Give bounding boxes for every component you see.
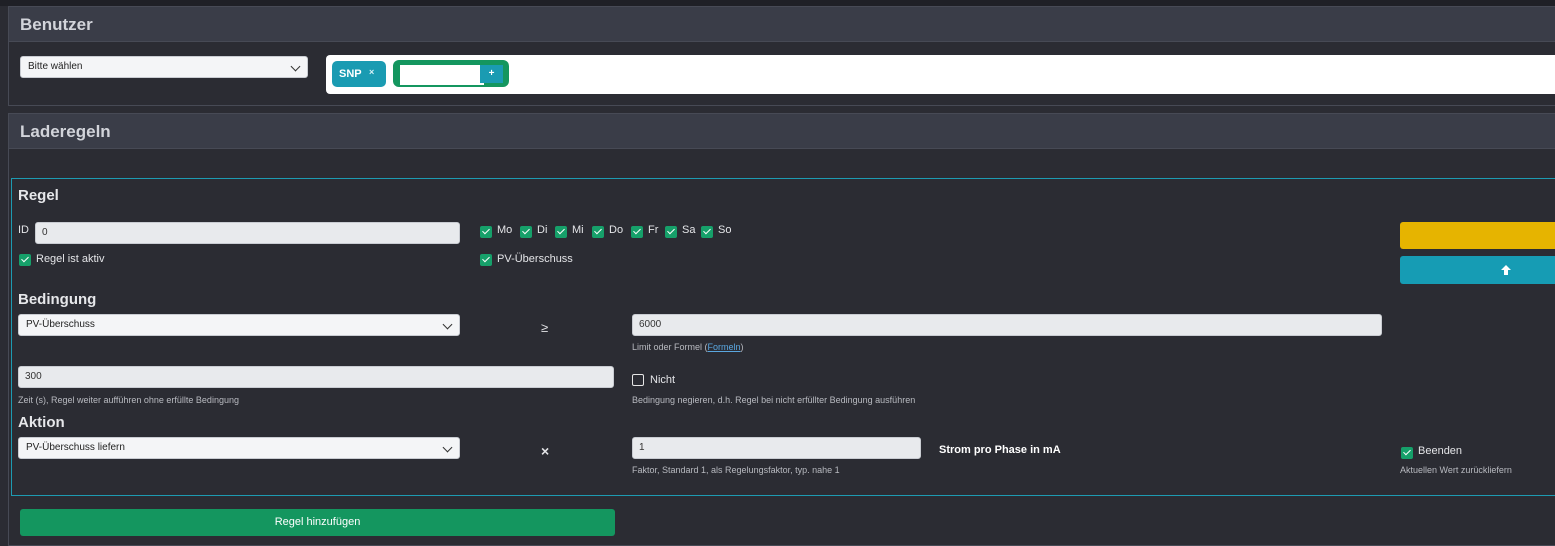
users-panel-title: Benutzer	[20, 15, 93, 34]
id-input[interactable]: 0	[35, 222, 460, 244]
negate-checkbox[interactable]	[632, 374, 644, 386]
day-checkbox-so[interactable]	[701, 226, 713, 238]
chevron-down-icon	[442, 319, 453, 330]
condition-heading: Bedingung	[18, 291, 97, 308]
operator-gte: ≥	[541, 320, 549, 335]
limit-help-suffix: )	[740, 342, 744, 352]
unit-label: Strom pro Phase in mA	[939, 444, 1061, 456]
formulas-link[interactable]: Formeln	[708, 342, 741, 352]
arrow-up-icon	[1501, 265, 1511, 275]
chevron-down-icon	[442, 442, 453, 453]
rule-active-label: Regel ist aktiv	[36, 253, 105, 265]
day-label-fr: Fr	[648, 224, 659, 236]
users-panel-header: Benutzer	[8, 6, 1555, 42]
rules-panel-title: Laderegeln	[20, 122, 111, 141]
limit-help: Limit oder Formel (Formeln)	[632, 342, 744, 352]
id-label: ID	[18, 224, 29, 236]
day-label-do: Do	[609, 224, 624, 236]
user-tag-area	[326, 55, 1555, 94]
end-help: Aktuellen Wert zurückliefern	[1400, 465, 1512, 475]
limit-input[interactable]: 6000	[632, 314, 1382, 336]
user-select[interactable]: Bitte wählen	[20, 56, 308, 78]
time-input[interactable]: 300	[18, 366, 614, 388]
day-checkbox-fr[interactable]	[631, 226, 643, 238]
user-tag-label: SNP	[339, 68, 362, 80]
pv-surplus-label: PV-Überschuss	[497, 253, 573, 265]
action-select[interactable]: PV-Überschuss liefern	[18, 437, 460, 459]
day-label-mi: Mi	[572, 224, 584, 236]
add-rule-button[interactable]: Regel hinzufügen	[20, 509, 615, 536]
condition-source-select[interactable]: PV-Überschuss	[18, 314, 460, 336]
condition-source-value: PV-Überschuss	[26, 319, 95, 330]
chevron-down-icon	[290, 61, 301, 72]
action-select-value: PV-Überschuss liefern	[26, 442, 125, 453]
negate-label: Nicht	[650, 374, 676, 386]
action-heading: Aktion	[18, 414, 65, 431]
time-help: Zeit (s), Regel weiter aufführen ohne er…	[18, 395, 239, 405]
day-checkbox-mo[interactable]	[480, 226, 492, 238]
factor-help: Faktor, Standard 1, als Regelungsfaktor,…	[632, 465, 840, 475]
limit-help-prefix: Limit oder Formel (	[632, 342, 708, 352]
day-checkbox-di[interactable]	[520, 226, 532, 238]
rules-panel-header: Laderegeln	[8, 113, 1555, 149]
day-label-so: So	[718, 224, 732, 236]
day-checkbox-mi[interactable]	[555, 226, 567, 238]
day-checkbox-do[interactable]	[592, 226, 604, 238]
end-label: Beenden	[1418, 445, 1463, 457]
add-user-input[interactable]	[400, 65, 484, 85]
rule-heading: Regel	[18, 187, 59, 204]
operator-times: ×	[541, 443, 550, 459]
user-tag-snp: SNP ×	[332, 61, 386, 87]
pv-surplus-checkbox[interactable]	[480, 254, 492, 266]
day-checkbox-sa[interactable]	[665, 226, 677, 238]
day-label-mo: Mo	[497, 224, 513, 236]
edit-rule-button[interactable]	[1400, 222, 1555, 249]
factor-input[interactable]: 1	[632, 437, 921, 459]
tag-remove-icon[interactable]: ×	[369, 67, 374, 77]
user-select-value: Bitte wählen	[28, 61, 83, 72]
move-up-button[interactable]	[1400, 256, 1555, 284]
day-label-sa: Sa	[682, 224, 696, 236]
end-checkbox[interactable]	[1401, 447, 1413, 459]
day-label-di: Di	[537, 224, 548, 236]
add-user-button[interactable]: +	[480, 65, 503, 83]
negate-help: Bedingung negieren, d.h. Regel bei nicht…	[632, 395, 916, 405]
rule-active-checkbox[interactable]	[19, 254, 31, 266]
